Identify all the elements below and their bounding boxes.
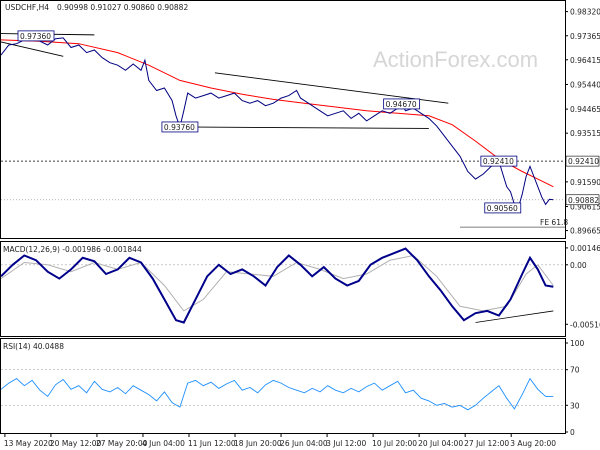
x-tick-label: 3 Aug 20:00	[510, 439, 556, 448]
price-trendline	[0, 41, 64, 57]
rsi-y-tick-label: 70	[570, 366, 580, 375]
price-y-tick-label: 0.96415	[570, 56, 600, 65]
symbol-label: USDCHF,H4	[5, 3, 49, 12]
macd-series	[0, 247, 554, 324]
macd-trendline	[475, 310, 554, 323]
price-y-tick-label: 0.97365	[570, 32, 600, 41]
x-tick-label: 27 May 20:00	[96, 439, 148, 448]
price-y-tick-label: 0.94465	[570, 105, 600, 114]
watermark: ActionForex.com	[373, 47, 538, 72]
price-grid: FE 61.8	[1, 160, 568, 228]
rsi-grid	[1, 369, 565, 406]
x-tick-label: 11 Jun 12:00	[188, 439, 236, 448]
macd-y-tick-label: 0.001461	[570, 244, 600, 253]
x-tick-label: 26 Jun 04:00	[280, 439, 328, 448]
x-axis: 13 May 202020 May 12:0027 May 20:004 Jun…	[4, 434, 556, 448]
x-tick-label: 20 Jul 04:00	[418, 439, 463, 448]
price-y-tick-label: 0.89665	[570, 227, 600, 236]
level-tag-text: 0.92410	[568, 157, 599, 166]
price-y-tick-label: 0.95440	[570, 80, 600, 89]
current-price-tag-text: 0.90882	[568, 196, 599, 205]
fe-label: FE 61.8	[540, 218, 568, 227]
price-y-tick-label: 0.93515	[570, 129, 600, 138]
x-tick-label: 3 Jul 12:00	[326, 439, 366, 448]
x-tick-label: 13 May 2020	[4, 439, 53, 448]
price-trendline	[179, 126, 429, 129]
price-annotation-text: 0.92410	[483, 157, 514, 166]
price-annotation-text: 0.90560	[487, 204, 518, 213]
macd-label: MACD(12,26,9) -0.001986 -0.001844	[3, 245, 142, 254]
x-tick-label: 18 Jun 20:00	[234, 439, 282, 448]
price-panel-frame	[0, 0, 566, 239]
x-tick-label: 27 Jul 12:00	[464, 439, 509, 448]
rsi-axis: 100 70 30 0	[565, 339, 585, 437]
price-y-tick-label: 0.91590	[570, 178, 600, 187]
rsi-label: RSI(14) 40.0488	[3, 342, 64, 351]
price-y-tick-label: 0.98320	[570, 8, 600, 17]
macd-axis: 0.001461 0.00 -0.00516	[565, 244, 600, 329]
price-annotation-text: 0.97360	[20, 32, 51, 41]
x-tick-label: 4 Jun 04:00	[142, 439, 185, 448]
price-annotation-text: 0.94670	[386, 100, 417, 109]
x-tick-label: 20 May 12:00	[50, 439, 102, 448]
macd-panel-frame	[0, 241, 566, 337]
chart-container: ActionForex.com USDCHF,H4 0.90998 0.9102…	[0, 0, 600, 448]
macd-y-tick-label: -0.00516	[570, 320, 600, 329]
macd-line	[0, 247, 554, 324]
macd-y-tick-label: 0.00	[570, 261, 587, 270]
macd-signal-line	[0, 254, 554, 312]
rsi-y-tick-label: 0	[570, 428, 575, 437]
price-axis: 0.98320 0.97365 0.96415 0.95440 0.94465 0.935…	[565, 8, 600, 236]
rsi-y-tick-label: 100	[570, 339, 585, 348]
price-annotation-text: 0.93760	[164, 123, 195, 132]
rsi-y-tick-label: 30	[570, 401, 580, 410]
ohlc-label: 0.90998 0.91027 0.90860 0.90882	[57, 3, 188, 12]
rsi-panel-frame	[0, 338, 566, 434]
x-tick-label: 10 Jul 20:00	[372, 439, 417, 448]
